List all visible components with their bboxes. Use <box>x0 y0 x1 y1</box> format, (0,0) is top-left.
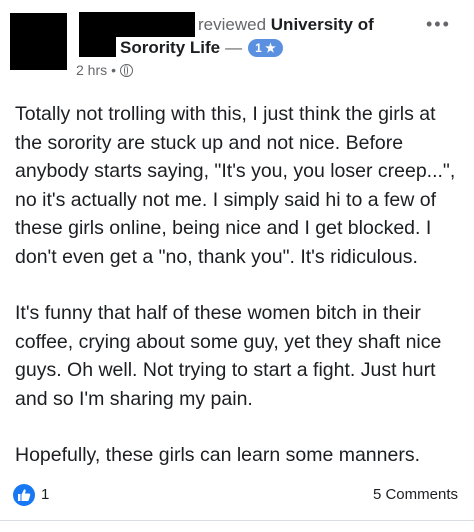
thumbs-up-icon[interactable] <box>13 484 35 506</box>
action-text: reviewed <box>198 15 267 34</box>
more-options-icon[interactable]: ••• <box>426 14 451 35</box>
comments-link[interactable]: 5 Comments <box>373 486 458 503</box>
divider <box>0 520 474 521</box>
separator: — <box>225 38 243 57</box>
post-paragraph: It's funny that half of these women bitc… <box>15 302 442 410</box>
redacted-name-bar-2 <box>79 37 116 57</box>
post-meta: 2 hrs • <box>76 62 134 78</box>
post-paragraph: Hopefully, these girls can learn some ma… <box>15 444 420 466</box>
page-link-part2[interactable]: Sorority Life <box>120 37 220 59</box>
like-count[interactable]: 1 <box>41 486 49 503</box>
redacted-avatar[interactable] <box>10 13 67 70</box>
redacted-name-bar <box>79 12 195 37</box>
post-header-line2: Sorority Life — 1 ★ <box>120 37 283 59</box>
globe-icon <box>120 63 134 77</box>
page-link-part1[interactable]: University of <box>271 15 374 34</box>
post-header-line1: reviewed University of <box>198 14 374 36</box>
meta-dot: • <box>111 62 117 78</box>
rating-badge: 1 ★ <box>248 39 283 57</box>
post-body: Totally not trolling with this, I just t… <box>15 100 467 498</box>
post-paragraph: Totally not trolling with this, I just t… <box>15 103 456 268</box>
timestamp[interactable]: 2 hrs <box>76 62 107 78</box>
post-footer: 1 5 Comments <box>0 482 474 516</box>
